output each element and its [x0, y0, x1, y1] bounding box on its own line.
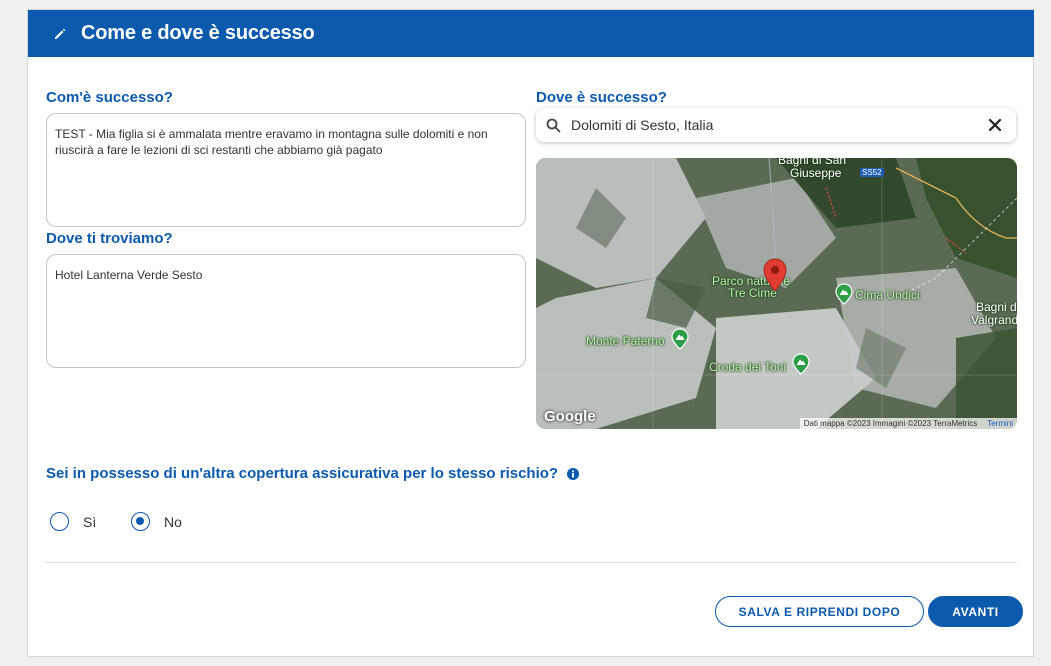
- google-logo: Google: [544, 408, 596, 425]
- coverage-question: Sei in possesso di un'altra copertura as…: [46, 465, 580, 482]
- find-you-textarea[interactable]: Hotel Lanterna Verde Sesto: [46, 254, 526, 368]
- radio-no-circle[interactable]: [131, 512, 150, 531]
- radio-option-si[interactable]: Sì: [50, 512, 96, 531]
- map-terms-link[interactable]: Termini: [987, 419, 1013, 428]
- location-marker-icon: [763, 258, 787, 292]
- location-search-input[interactable]: Dolomiti di Sesto, Italia: [536, 108, 1016, 142]
- map-attribution: Dati mappa ©2023 Immagini ©2023 TerraMet…: [799, 418, 1017, 429]
- pencil-icon: [55, 28, 66, 39]
- info-icon[interactable]: [567, 467, 580, 480]
- clear-search-icon[interactable]: [988, 118, 1002, 132]
- radio-no-label: No: [164, 513, 182, 530]
- map-label-valgrande: Valgrande: [971, 313, 1017, 327]
- radio-si-label: Sì: [83, 513, 97, 530]
- map-label-giuseppe: Giuseppe: [790, 166, 842, 180]
- road-badge-ss52: SS52: [860, 168, 884, 177]
- section-header: Come e dove è successo: [28, 10, 1034, 57]
- find-you-label: Dove ti troviamo?: [46, 230, 173, 247]
- location-map[interactable]: Bagni di San Giuseppe SS52 Parco natural…: [536, 158, 1017, 429]
- section-divider: [45, 562, 1017, 563]
- map-attribution-text: Dati mappa ©2023 Immagini ©2023 TerraMet…: [803, 419, 978, 428]
- how-textarea[interactable]: TEST - Mia figlia si è ammalata mentre e…: [46, 113, 526, 227]
- map-label-bagni-di: Bagni di: [976, 300, 1017, 314]
- radio-si-circle[interactable]: [50, 512, 69, 531]
- map-label-monte-paterno: Monte Paterno: [586, 334, 665, 348]
- radio-option-no[interactable]: No: [131, 512, 182, 531]
- next-button[interactable]: AVANTI: [928, 596, 1023, 627]
- save-and-resume-later-button[interactable]: SALVA E RIPRENDI DOPO: [715, 596, 924, 627]
- how-label: Com'è successo?: [46, 89, 173, 106]
- poi-monte-paterno-icon: [671, 328, 689, 350]
- search-icon: [546, 118, 561, 133]
- section-title: Come e dove è successo: [81, 22, 315, 44]
- poi-cima-undici-icon: [835, 283, 853, 305]
- coverage-question-text: Sei in possesso di un'altra copertura as…: [46, 465, 559, 482]
- location-search-value: Dolomiti di Sesto, Italia: [571, 117, 714, 133]
- map-label-cima-undici: Cima Undici: [855, 288, 920, 302]
- claim-card: Come e dove è successo Com'è successo? T…: [27, 9, 1034, 657]
- where-label: Dove è successo?: [536, 89, 667, 106]
- map-label-croda-dei-toni: Croda dei Toni: [709, 360, 787, 374]
- poi-croda-dei-toni-icon: [792, 353, 810, 375]
